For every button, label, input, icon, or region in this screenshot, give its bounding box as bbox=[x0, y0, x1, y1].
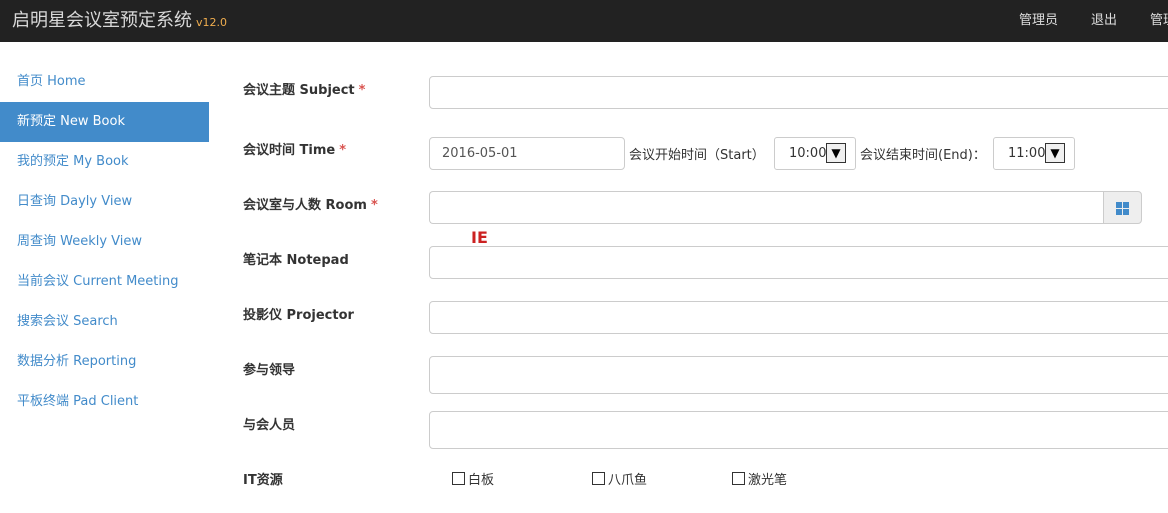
projector-label: 投影仪 Projector bbox=[243, 308, 354, 323]
attendees-input[interactable] bbox=[429, 411, 1168, 449]
subject-label-text: 会议主题 Subject bbox=[243, 83, 355, 98]
laser-pointer-checkbox[interactable]: 激光笔 bbox=[732, 469, 787, 488]
top-nav-links: 管理员 退出 管理 bbox=[0, 9, 1168, 29]
room-label: 会议室与人数 Room * bbox=[243, 194, 378, 213]
room-input[interactable] bbox=[429, 191, 1104, 224]
chevron-down-icon[interactable]: ▼ bbox=[826, 143, 846, 163]
time-label-text: 会议时间 Time bbox=[243, 143, 336, 158]
grid-icon bbox=[1116, 202, 1129, 215]
sidebar-item-reporting[interactable]: 数据分析 Reporting bbox=[0, 342, 209, 382]
checkbox-icon[interactable] bbox=[452, 472, 465, 485]
room-required-mark: * bbox=[370, 198, 378, 213]
checkbox-icon[interactable] bbox=[592, 472, 605, 485]
top-navbar: 启明星会议室预定系统v12.0 管理员 退出 管理 bbox=[0, 0, 1168, 42]
sidebar-item-new-book[interactable]: 新预定 New Book bbox=[0, 102, 209, 142]
start-time-value: 10:00 bbox=[789, 146, 827, 161]
subject-label: 会议主题 Subject * bbox=[243, 79, 365, 98]
manage-link[interactable]: 管理 bbox=[1150, 9, 1168, 28]
attendees-label: 与会人员 bbox=[243, 418, 296, 433]
leaders-label: 参与领导 bbox=[243, 363, 296, 378]
subject-required-mark: * bbox=[358, 83, 366, 98]
start-time-select[interactable]: 10:00 ▼ bbox=[774, 137, 856, 170]
octopus-checkbox[interactable]: 八爪鱼 bbox=[592, 469, 647, 488]
laser-pointer-label: 激光笔 bbox=[748, 473, 788, 488]
sidebar-item-current-meeting[interactable]: 当前会议 Current Meeting bbox=[0, 262, 209, 302]
notepad-label: 笔记本 Notepad bbox=[243, 253, 349, 268]
octopus-label: 八爪鱼 bbox=[608, 473, 648, 488]
time-required-mark: * bbox=[339, 143, 347, 158]
leaders-input[interactable] bbox=[429, 356, 1168, 394]
ie-note: IE bbox=[471, 228, 488, 247]
date-input[interactable]: 2016-05-01 bbox=[429, 137, 625, 170]
projector-input[interactable] bbox=[429, 301, 1168, 334]
room-picker-button[interactable] bbox=[1103, 191, 1142, 224]
sidebar: 首页 Home 新预定 New Book 我的预定 My Book 日查询 Da… bbox=[0, 62, 209, 422]
sidebar-item-my-book[interactable]: 我的预定 My Book bbox=[0, 142, 209, 182]
end-time-select[interactable]: 11:00 ▼ bbox=[993, 137, 1075, 170]
sidebar-item-search[interactable]: 搜索会议 Search bbox=[0, 302, 209, 342]
whiteboard-checkbox[interactable]: 白板 bbox=[452, 469, 494, 488]
admin-link[interactable]: 管理员 bbox=[1019, 9, 1058, 28]
end-time-value: 11:00 bbox=[1008, 146, 1046, 161]
end-time-label: 会议结束时间(End)： bbox=[860, 148, 986, 163]
sidebar-item-home[interactable]: 首页 Home bbox=[0, 62, 209, 102]
start-time-label: 会议开始时间（Start） bbox=[629, 148, 765, 163]
chevron-down-icon[interactable]: ▼ bbox=[1045, 143, 1065, 163]
time-label: 会议时间 Time * bbox=[243, 139, 346, 158]
whiteboard-label: 白板 bbox=[468, 473, 495, 488]
it-resources-label: IT资源 bbox=[243, 473, 283, 488]
notepad-input[interactable] bbox=[429, 246, 1168, 279]
sidebar-item-daily-view[interactable]: 日查询 Dayly View bbox=[0, 182, 209, 222]
checkbox-icon[interactable] bbox=[732, 472, 745, 485]
subject-input[interactable] bbox=[429, 76, 1168, 109]
logout-link[interactable]: 退出 bbox=[1091, 9, 1117, 28]
sidebar-item-pad-client[interactable]: 平板终端 Pad Client bbox=[0, 382, 209, 422]
room-label-text: 会议室与人数 Room bbox=[243, 198, 367, 213]
sidebar-item-weekly-view[interactable]: 周查询 Weekly View bbox=[0, 222, 209, 262]
